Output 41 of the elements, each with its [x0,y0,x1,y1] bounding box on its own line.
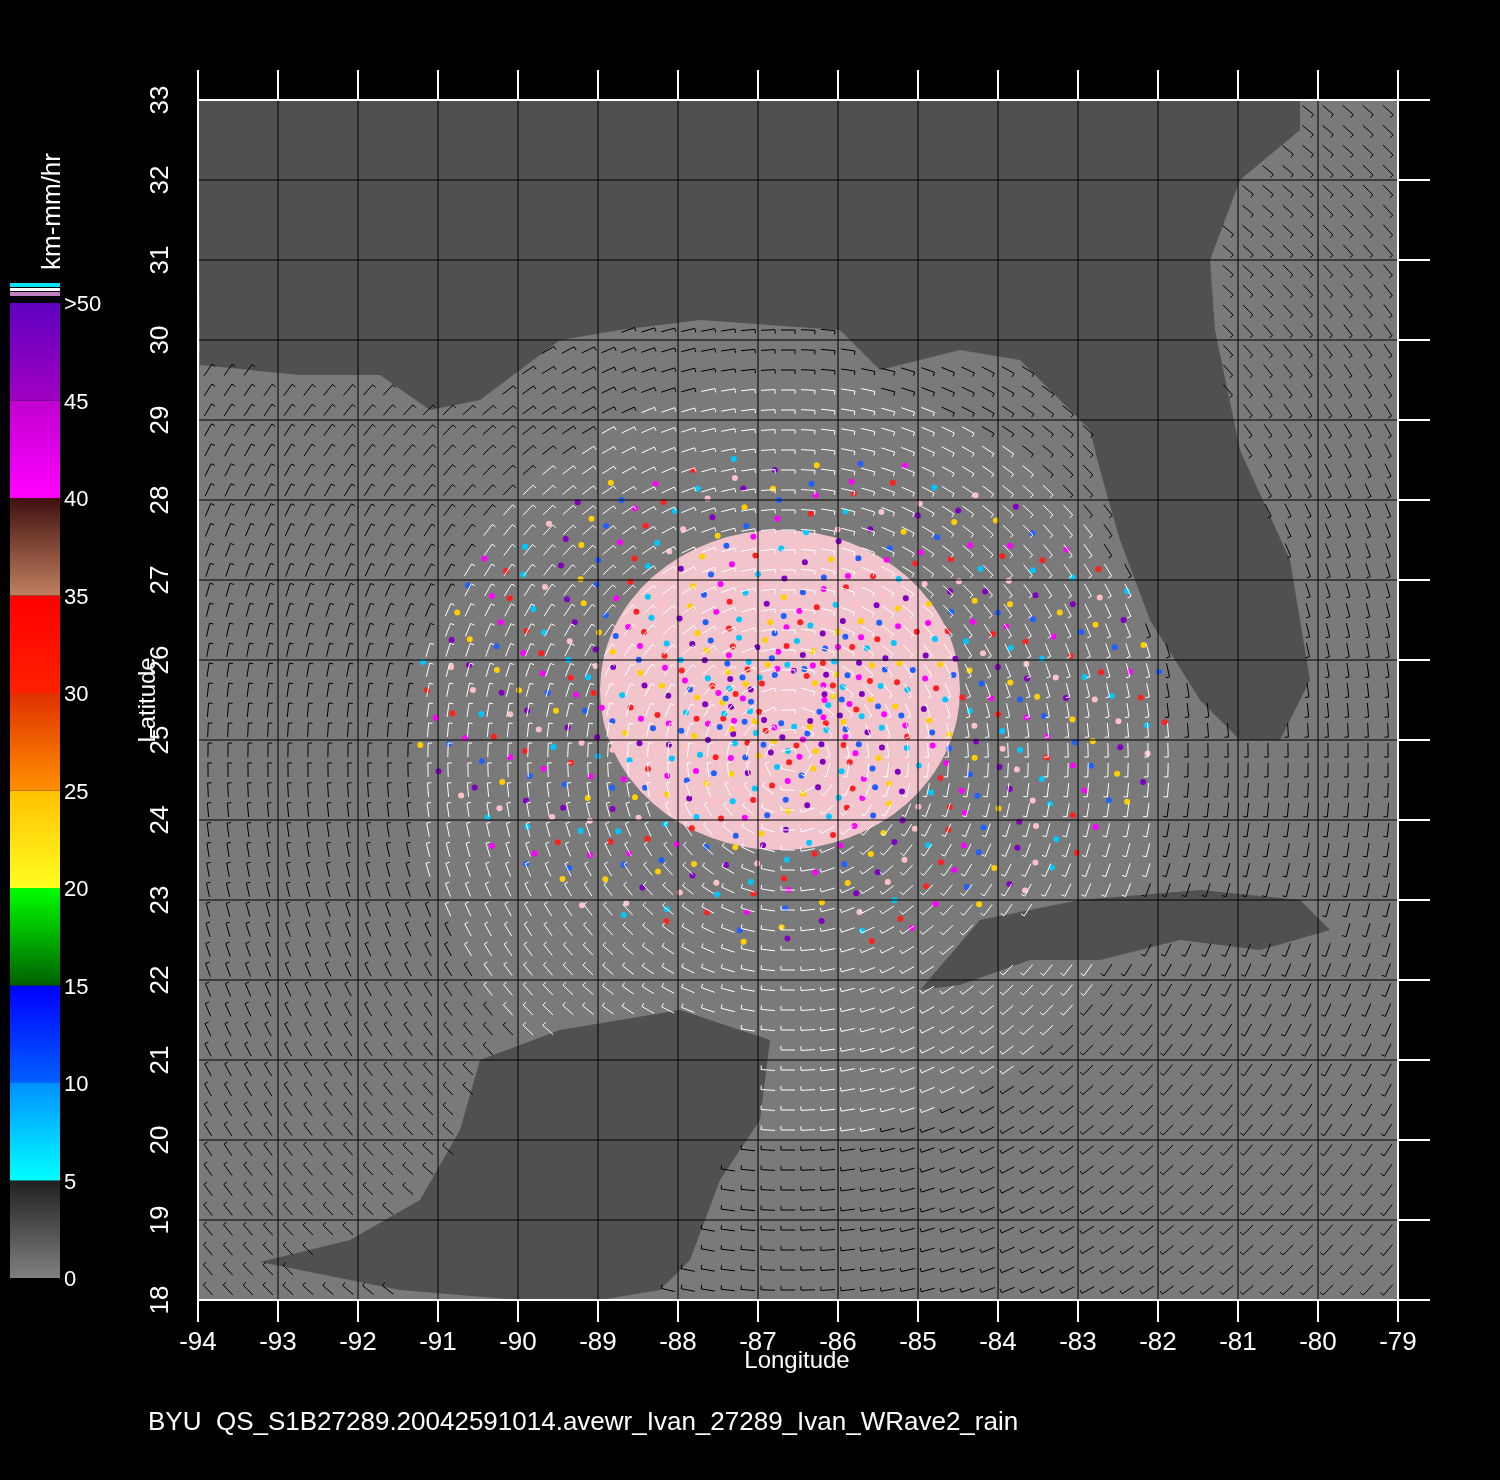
y-tick-label: 24 [144,805,174,835]
scale-label: 30 [64,681,89,706]
scale-label: 35 [64,583,89,609]
y-tick-label: 27 [144,565,174,595]
x-tick-label: -85 [899,1326,937,1356]
y-tick-label: 19 [144,1205,174,1235]
scale-label: 5 [64,1168,77,1194]
scale-label: 0 [64,1266,77,1291]
y-tick-label: 22 [144,965,174,995]
y-tick-label: 20 [144,1125,174,1155]
y-tick-label: 29 [144,405,174,435]
y-tick-label: 23 [144,885,174,915]
y-tick-label: 30 [144,325,174,355]
x-tick-label: -92 [339,1326,377,1356]
scale-label: >50 [64,291,102,316]
x-tick-label: -81 [1219,1326,1257,1356]
y-tick-label: 31 [144,245,174,275]
scale-label: 20 [64,876,89,901]
x-tick-label: -88 [659,1326,697,1356]
y-tick-label: 28 [144,485,174,515]
x-tick-label: -83 [1059,1326,1097,1356]
x-tick-label: -79 [1379,1326,1417,1356]
x-tick-label: -82 [1139,1326,1177,1356]
y-tick-label: 21 [144,1045,174,1075]
x-tick-label: -84 [979,1326,1017,1356]
x-tick-label: -91 [419,1326,457,1356]
figure-caption: BYU QS_S1B27289.20042591014.avewr_Ivan_27289_Ivan_WRave2_rain [148,1406,1019,1436]
x-tick-label: -93 [259,1326,297,1356]
scale-unit-title: km-mm/hr [36,153,66,270]
scale-label: 25 [64,778,89,804]
y-tick-label: 32 [144,165,174,195]
x-tick-label: -90 [499,1326,537,1356]
y-tick-label: 18 [144,1285,174,1315]
x-tick-label: -89 [579,1326,617,1356]
x-tick-label: -94 [179,1326,217,1356]
scale-label: 10 [64,1071,89,1096]
y-tick-label: 33 [144,85,174,115]
x-tick-label: -80 [1299,1326,1337,1356]
scale-label: 45 [64,388,89,414]
scale-label: 40 [64,486,89,511]
scale-label: 15 [64,973,89,999]
